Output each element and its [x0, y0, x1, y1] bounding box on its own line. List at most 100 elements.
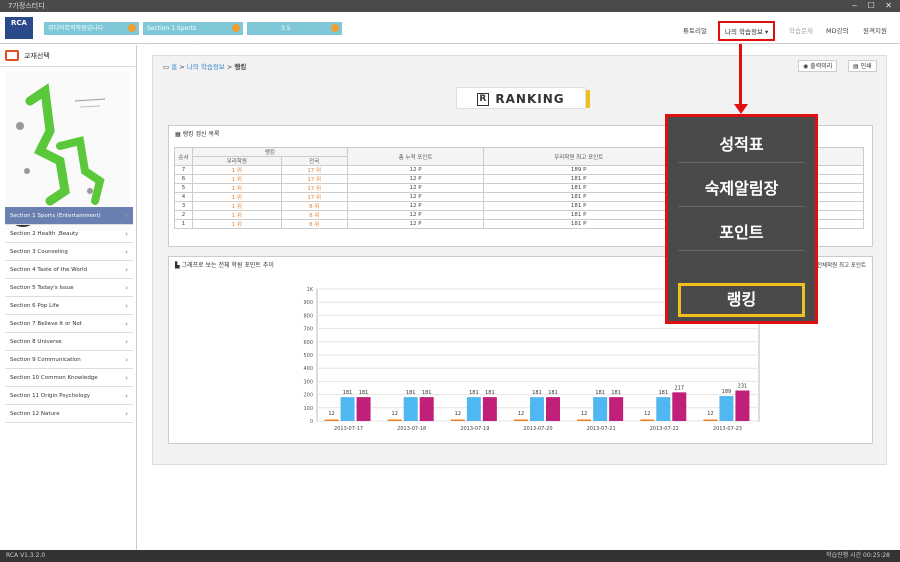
dropdown-item[interactable]: 성적표 — [678, 127, 805, 163]
x-tick-label: 2013-07-20 — [523, 426, 552, 432]
nav-tutorial[interactable]: 튜토리얼 — [683, 25, 707, 35]
data-label: 181 — [485, 390, 495, 396]
printer-icon: ▤ — [853, 63, 859, 70]
sidebar-title: 교재선택 — [24, 52, 50, 60]
sidebar-section-label: Section 10 Common Knowledge — [10, 375, 98, 381]
table-cell: 181 P — [483, 183, 675, 193]
table-cell: 1 위 — [192, 219, 282, 229]
bar — [609, 397, 624, 421]
dropdown-item[interactable]: 포인트 — [678, 215, 805, 251]
bar — [672, 392, 687, 421]
col-header-academy-max: 우리학원 최고 포인트 — [483, 147, 675, 166]
col-header-order: 순서 — [174, 147, 193, 166]
table-cell: 12 P — [346, 165, 485, 175]
data-label: 12 — [455, 411, 461, 417]
dropdown-item[interactable]: 숙제알림장 — [678, 171, 805, 207]
nav-md-lecture[interactable]: MD강의 — [826, 25, 849, 35]
app-logo: RCA — [5, 17, 33, 39]
col-header-total-points: 총 누적 포인트 — [346, 147, 485, 166]
sidebar-section-item[interactable]: Section 2 Health ,Beauty › — [5, 225, 133, 243]
print-label: 인쇄 — [860, 63, 872, 70]
sidebar-section-item[interactable]: Section 9 Communication › — [5, 351, 133, 369]
bar — [466, 397, 481, 421]
sidebar-section-label: Section 4 Taste of the World — [10, 267, 87, 273]
y-tick-label: 900 — [303, 300, 313, 306]
data-label: 12 — [328, 411, 334, 417]
bar — [356, 397, 371, 421]
sidebar: 교재선택 Section 1 Sports (Entertainment) › Se… — [0, 45, 137, 555]
sidebar-section-item[interactable]: Section 12 Nature › — [5, 405, 133, 423]
data-label: 181 — [611, 390, 621, 396]
print-preview-button[interactable]: ◉ 출력미리 — [798, 60, 838, 72]
nav-remote-support[interactable]: 원격지원 — [863, 25, 887, 35]
chevron-right-icon: › — [125, 356, 128, 364]
chevron-right-icon: › — [125, 230, 128, 238]
table-cell: 12 P — [346, 174, 485, 184]
table-cell: 1 위 — [192, 174, 282, 184]
nav-study-problems[interactable]: 학습문제 — [789, 25, 813, 35]
dropdown-item[interactable]: 랭킹 — [678, 283, 805, 317]
print-button[interactable]: ▤ 인쇄 — [848, 60, 877, 72]
sidebar-section-item[interactable]: Section 4 Taste of the World › — [5, 261, 133, 279]
y-tick-label: 100 — [303, 406, 313, 412]
sidebar-section-item[interactable]: Section 11 Origin Psychology › — [5, 387, 133, 405]
data-label: 181 — [659, 390, 669, 396]
y-tick-label: 0 — [310, 419, 313, 425]
table-cell: 8 위 — [280, 210, 348, 220]
breadcrumb-separator: > — [179, 63, 185, 71]
breadcrumb-parent[interactable]: 나의 학습정보 — [187, 63, 225, 71]
sidebar-section-item[interactable]: Section 7 Believe It or Not › — [5, 315, 133, 333]
section-selector[interactable]: Section 1 Sports (Entertainment) — [143, 22, 243, 45]
book-icon — [5, 50, 19, 61]
level-selector[interactable]: 3.5 — [247, 22, 342, 35]
sidebar-section-item[interactable]: Section 1 Sports (Entertainment) › — [5, 207, 133, 225]
table-cell: 7 — [174, 165, 193, 175]
academy-selector[interactable]: 위디아뮤직학원입니다 — [44, 22, 139, 35]
bar — [450, 419, 465, 421]
ranking-table-title: ▦ 랭킹 갱신 목록 — [175, 129, 220, 138]
breadcrumb-current: 랭킹 — [234, 63, 247, 71]
window-titlebar: 7가정스터디 ‒ ☐ ✕ — [0, 0, 900, 12]
version-label: RCA V1.3.2.0 — [6, 552, 46, 559]
table-cell: 8 위 — [280, 219, 348, 229]
table-icon: ▦ — [175, 131, 181, 138]
sidebar-section-label: Section 8 Universe — [10, 339, 62, 345]
table-cell: 4 — [174, 192, 193, 202]
data-label: 181 — [422, 390, 432, 396]
y-tick-label: 600 — [303, 340, 313, 346]
table-cell: 181 P — [483, 210, 675, 220]
sidebar-section-item[interactable]: Section 6 Pop Life › — [5, 297, 133, 315]
nav-my-study-info[interactable]: 나의 학습정보 ▾ — [718, 21, 776, 41]
bar — [719, 396, 734, 421]
y-tick-label: 800 — [303, 313, 313, 319]
table-cell: 181 P — [483, 201, 675, 211]
table-cell: 1 위 — [192, 210, 282, 220]
window-controls[interactable]: ‒ ☐ ✕ — [852, 0, 896, 12]
table-cell: 3 — [174, 201, 193, 211]
bar — [656, 397, 671, 421]
sidebar-section-item[interactable]: Section 5 Today's Issue › — [5, 279, 133, 297]
table-cell: 1 위 — [192, 192, 282, 202]
sidebar-section-item[interactable]: Section 8 Universe › — [5, 333, 133, 351]
bar — [530, 397, 544, 421]
sidebar-section-item[interactable]: Section 3 Counseling › — [5, 243, 133, 261]
nav-my-study-info-label: 나의 학습정보 — [725, 28, 763, 36]
table-cell: 2 — [174, 210, 193, 220]
data-label: 181 — [359, 390, 369, 396]
y-tick-label: 1K — [307, 287, 314, 293]
breadcrumb-home[interactable]: 홈 — [171, 63, 177, 71]
data-label: 12 — [518, 411, 524, 417]
table-cell: 17 위 — [280, 174, 348, 184]
chevron-right-icon: › — [125, 374, 128, 382]
chevron-right-icon: › — [125, 392, 128, 400]
col-subheader-national: 전국 — [280, 156, 348, 166]
sidebar-section-label: Section 9 Communication — [10, 357, 81, 363]
data-label: 181 — [548, 390, 558, 396]
bar — [577, 419, 592, 421]
col-header-ranking: 랭킹 — [192, 147, 348, 157]
sidebar-section-label: Section 11 Origin Psychology — [10, 393, 91, 399]
status-bar: RCA V1.3.2.0 학습진행 시간 00:25:28 — [0, 550, 900, 562]
sidebar-section-item[interactable]: Section 10 Common Knowledge › — [5, 369, 133, 387]
data-label: 12 — [581, 411, 587, 417]
sidebar-section-label: Section 1 Sports (Entertainment) — [10, 213, 101, 219]
